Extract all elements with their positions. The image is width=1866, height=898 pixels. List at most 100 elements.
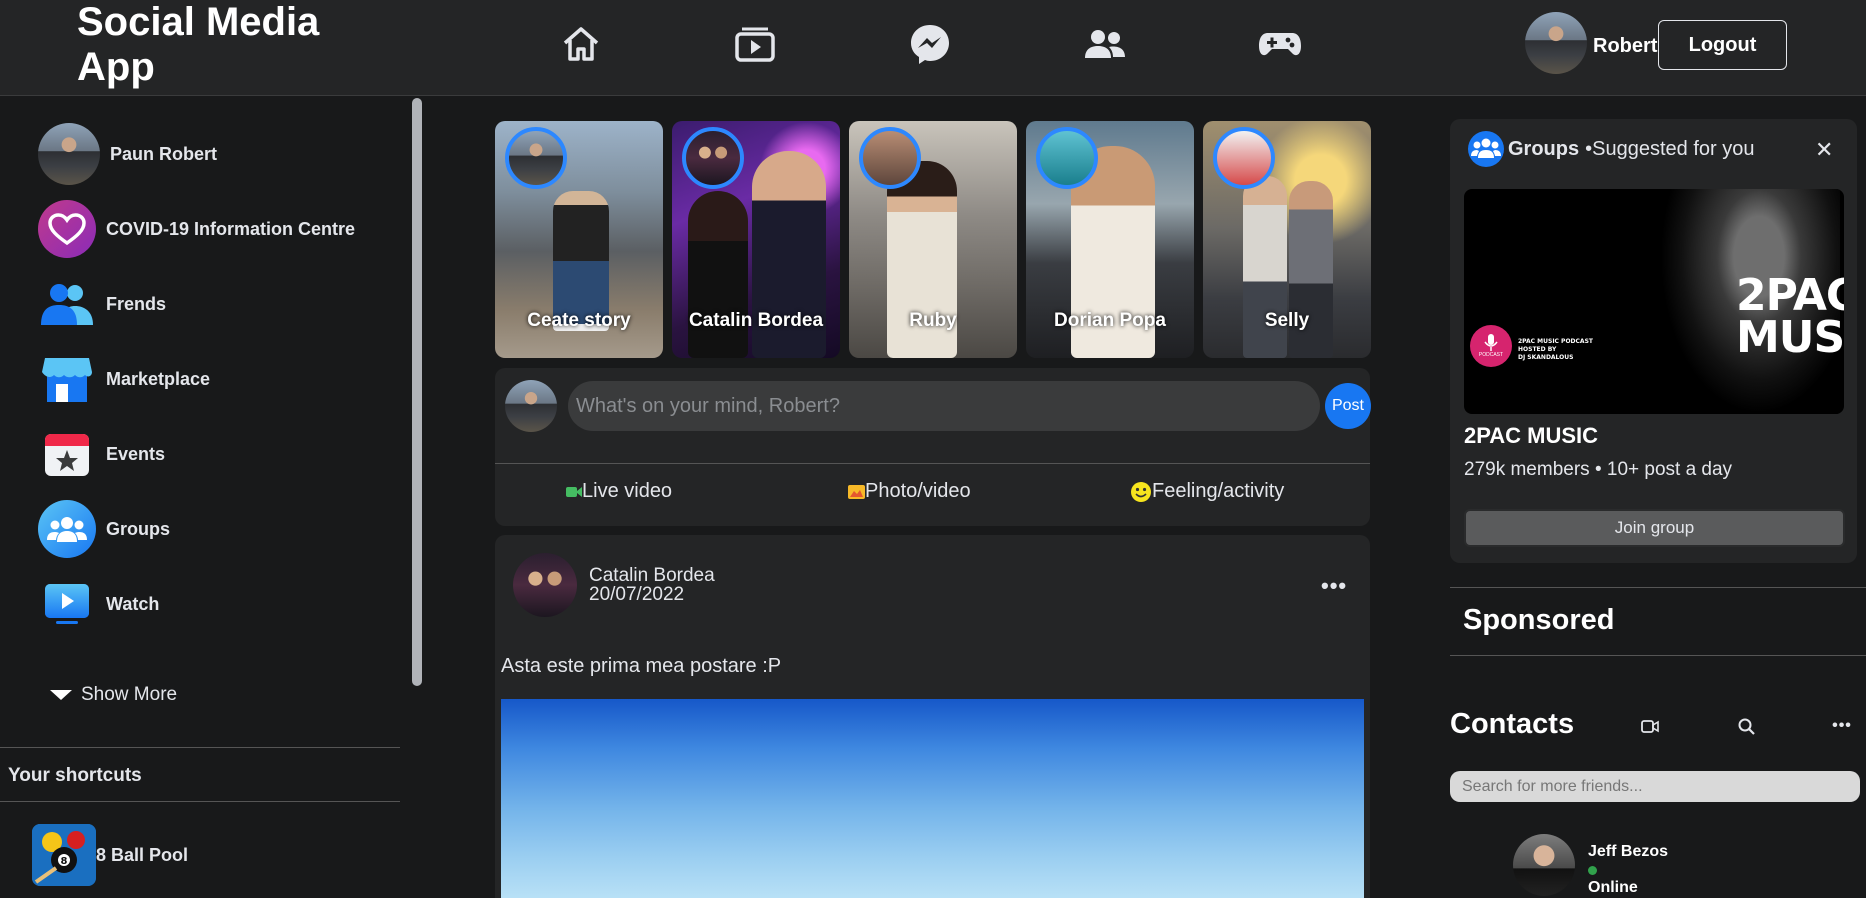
live-video-button[interactable]: Live video xyxy=(566,480,672,503)
post-text: Asta este prima mea postare :P xyxy=(501,655,782,677)
home-icon[interactable] xyxy=(557,20,605,68)
sidebar-item-friends[interactable]: Frends xyxy=(38,272,166,336)
sidebar-item-label: COVID-19 Information Centre xyxy=(106,218,356,239)
messenger-icon[interactable] xyxy=(906,20,954,68)
action-label: Photo/video xyxy=(865,480,971,502)
story-avatar xyxy=(1036,127,1098,189)
groups-icon xyxy=(1468,131,1504,167)
composer-divider xyxy=(495,463,1370,464)
contacts-title: Contacts xyxy=(1450,708,1575,740)
post-date: 20/07/2022 xyxy=(589,584,685,605)
logout-button[interactable]: Logout xyxy=(1658,20,1787,70)
join-group-button[interactable]: Join group xyxy=(1464,509,1845,547)
header-avatar[interactable] xyxy=(1525,12,1587,74)
story-card[interactable]: Dorian Popa xyxy=(1026,121,1194,358)
post-image[interactable] xyxy=(501,699,1364,898)
story-avatar xyxy=(1213,127,1275,189)
shortcut-8-ball-pool[interactable]: 8 8 Ball Pool xyxy=(32,824,188,886)
action-label: Live video xyxy=(582,480,673,502)
story-name: Ruby xyxy=(909,310,957,331)
group-card-title: Groups xyxy=(1508,137,1580,160)
contacts-search-input[interactable] xyxy=(1450,771,1860,802)
friends-icon xyxy=(38,275,96,333)
play-icon xyxy=(38,575,96,633)
group-meta: 279k members • 10+ post a day xyxy=(1464,459,1733,480)
story-card[interactable]: Selly xyxy=(1203,121,1371,358)
cover-small-text: 2PAC MUSIC PODCAST HOSTED BY DJ SKANDALO… xyxy=(1518,338,1593,361)
story-name: Ceate story xyxy=(527,310,631,331)
header-user-name[interactable]: Robert xyxy=(1593,35,1657,58)
feed-post: Catalin Bordea 20/07/2022 ••• Asta este … xyxy=(495,535,1370,898)
sidebar-item-label: Marketplace xyxy=(106,368,211,389)
composer-input[interactable] xyxy=(568,381,1320,431)
post-author-avatar[interactable] xyxy=(513,553,577,617)
sidebar-item-label: Watch xyxy=(106,593,160,614)
photo-video-button[interactable]: Photo/video xyxy=(848,480,971,503)
story-avatar xyxy=(682,127,744,189)
sidebar-divider xyxy=(0,801,400,802)
contact-avatar xyxy=(1513,834,1575,896)
contact-status: Online xyxy=(1588,879,1638,896)
sidebar-item-label: Events xyxy=(106,443,166,464)
story-avatar xyxy=(505,127,567,189)
story-avatar xyxy=(859,127,921,189)
top-header: Social Media App Robert Logout xyxy=(0,0,1866,96)
group-suggestion-card: Groups •Suggested for you ✕ 2PAC MUSIC P… xyxy=(1450,119,1857,563)
right-divider xyxy=(1450,587,1866,588)
online-indicator xyxy=(1588,866,1597,875)
right-divider xyxy=(1450,655,1866,656)
post-menu-icon[interactable]: ••• xyxy=(1321,573,1347,599)
sidebar-scrollbar[interactable] xyxy=(412,98,422,686)
svg-text:8: 8 xyxy=(61,856,68,867)
sidebar-item-groups[interactable]: Groups xyxy=(38,497,170,561)
sidebar-item-label: Groups xyxy=(106,518,171,539)
video-icon xyxy=(566,486,582,497)
sidebar-item-label: Paun Robert xyxy=(110,143,218,164)
app-brand[interactable]: Social Media App xyxy=(77,0,367,90)
sidebar-item-covid[interactable]: COVID-19 Information Centre xyxy=(38,197,355,261)
story-card[interactable]: Ruby xyxy=(849,121,1017,358)
sidebar-item-events[interactable]: Events xyxy=(38,422,165,486)
show-more-button[interactable]: Show More xyxy=(48,684,177,706)
story-card[interactable]: Ceate story xyxy=(495,121,663,358)
action-label: Feeling/activity xyxy=(1152,480,1285,502)
shortcuts-title: Your shortcuts xyxy=(8,765,142,786)
video-call-icon[interactable] xyxy=(1638,714,1662,738)
story-card[interactable]: Catalin Bordea xyxy=(672,121,840,358)
watch-icon[interactable] xyxy=(731,20,779,68)
heart-icon xyxy=(38,200,96,258)
feeling-activity-button[interactable]: Feeling/activity xyxy=(1130,480,1284,503)
smiley-icon xyxy=(1131,481,1151,502)
groups-icon xyxy=(38,500,96,558)
microphone-icon xyxy=(1484,334,1498,351)
post-button[interactable]: Post xyxy=(1325,383,1371,429)
story-name: Dorian Popa xyxy=(1054,310,1166,331)
gaming-icon[interactable] xyxy=(1256,20,1304,68)
sidebar-item-marketplace[interactable]: Marketplace xyxy=(38,347,210,411)
podcast-badge-label: PODCAST xyxy=(1478,352,1504,358)
sidebar-item-watch[interactable]: Watch xyxy=(38,572,159,636)
friends-icon[interactable] xyxy=(1081,20,1129,68)
chevron-down-icon xyxy=(50,690,72,700)
podcast-badge: PODCAST xyxy=(1470,325,1512,367)
more-options-icon[interactable]: ••• xyxy=(1830,714,1854,738)
sponsored-title: Sponsored xyxy=(1463,604,1615,636)
show-more-label: Show More xyxy=(81,684,178,705)
sidebar-item-profile[interactable]: Paun Robert xyxy=(38,122,217,186)
post-composer: Post Live video Photo/video Feeling/acti… xyxy=(495,368,1371,526)
group-cover-image[interactable]: 2PAC MUSIC PODCAST 2PAC MUSIC PODCAST HO… xyxy=(1464,189,1844,414)
composer-avatar xyxy=(505,380,557,432)
user-avatar xyxy=(38,123,100,185)
group-card-subtitle: •Suggested for you xyxy=(1585,137,1755,160)
contact-name: Jeff Bezos xyxy=(1588,843,1669,860)
story-person xyxy=(688,191,748,358)
sidebar-item-label: Frends xyxy=(106,293,167,314)
search-icon[interactable] xyxy=(1734,714,1758,738)
sidebar-divider xyxy=(0,747,400,748)
shortcut-label: 8 Ball Pool xyxy=(96,844,189,865)
group-name[interactable]: 2PAC MUSIC xyxy=(1464,423,1598,449)
photo-icon xyxy=(848,484,865,499)
close-icon[interactable]: ✕ xyxy=(1815,137,1833,163)
contact-item[interactable]: Jeff Bezos Online xyxy=(1513,834,1668,896)
calendar-icon xyxy=(38,425,96,483)
